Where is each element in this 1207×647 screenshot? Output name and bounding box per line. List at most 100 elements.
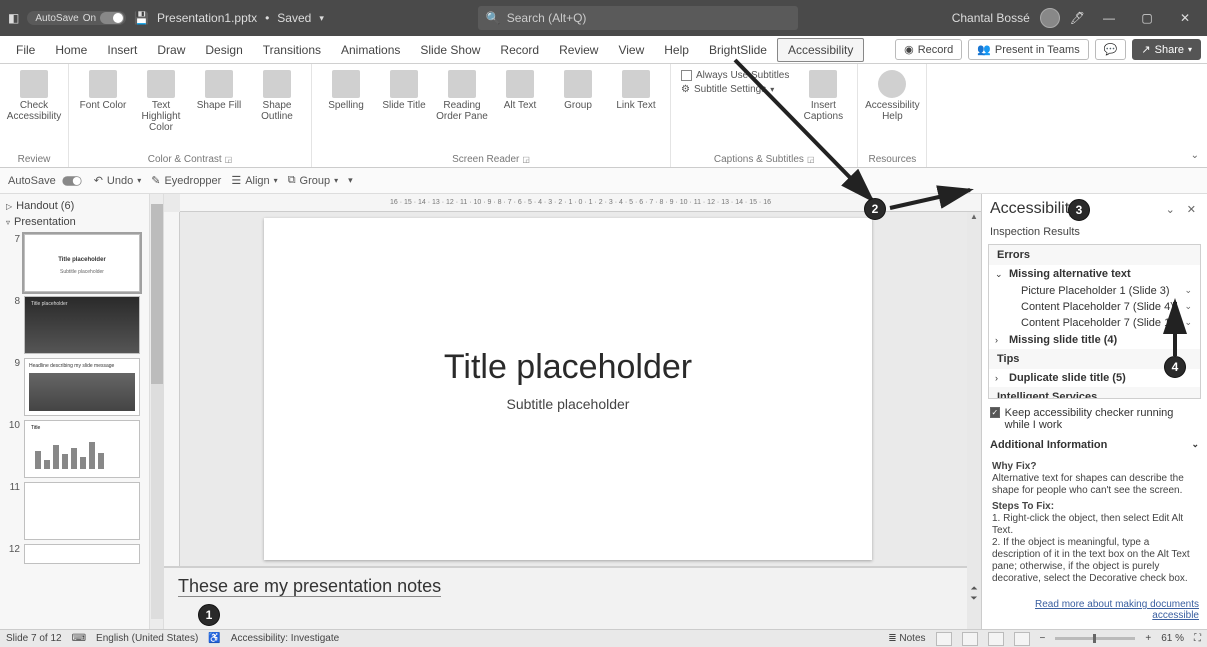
view-slideshow-button[interactable] (1014, 632, 1030, 646)
tab-review[interactable]: Review (549, 39, 608, 61)
pane-close-button[interactable]: ✕ (1184, 203, 1199, 216)
search-input[interactable]: 🔍 Search (Alt+Q) (478, 6, 798, 30)
status-accessibility[interactable]: Accessibility: Investigate (231, 633, 339, 644)
close-button[interactable]: ✕ (1171, 4, 1199, 32)
thumb-10[interactable]: Title (24, 420, 140, 478)
qat-group[interactable]: ⧉Group▾ (288, 174, 338, 187)
font-color-button[interactable]: Font Color (75, 68, 131, 113)
tab-file[interactable]: File (6, 39, 45, 61)
slide-title-button[interactable]: Slide Title (376, 68, 432, 113)
notes-toggle[interactable]: ≣ Notes (888, 633, 925, 644)
view-reading-button[interactable] (988, 632, 1004, 646)
share-button[interactable]: ↗Share▾ (1132, 39, 1201, 60)
subtitle-settings-button[interactable]: ⚙Subtitle Settings▾ (681, 84, 789, 95)
accessibility-help-button[interactable]: Accessibility Help (864, 68, 920, 124)
check-accessibility-button[interactable]: Check Accessibility (6, 68, 62, 124)
always-subtitles-checkbox[interactable]: Always Use Subtitles (681, 70, 789, 81)
thumb-7[interactable]: Title placeholderSubtitle placeholder (24, 234, 140, 292)
insert-captions-button[interactable]: Insert Captions (795, 68, 851, 124)
ribbon-collapse-button[interactable]: ⌄ (1191, 150, 1199, 161)
result-item[interactable]: Content Placeholder 7 (Slide 4)⌄ (989, 299, 1200, 315)
tab-record[interactable]: Record (490, 39, 549, 61)
qat-eyedropper[interactable]: ✎Eyedropper (151, 174, 221, 187)
status-slide[interactable]: Slide 7 of 12 (6, 633, 62, 644)
canvas-scrollbar[interactable]: ▲ ⏶⏷ (967, 212, 981, 629)
tab-view[interactable]: View (608, 39, 654, 61)
filename[interactable]: Presentation1.pptx (157, 11, 257, 25)
outline-presentation[interactable]: ▿Presentation (6, 214, 147, 230)
status-lang-icon[interactable]: ⌨ (72, 633, 86, 644)
present-teams-button[interactable]: 👥Present in Teams (968, 39, 1089, 60)
mic-icon[interactable]: 🖊 (1070, 11, 1085, 25)
tab-accessibility[interactable]: Accessibility (777, 38, 864, 62)
dialog-launcher-icon[interactable]: ◲ (225, 155, 233, 164)
qat-undo[interactable]: ↶Undo▾ (94, 174, 142, 187)
thumb-8[interactable]: Title placeholder (24, 296, 140, 354)
zoom-in-button[interactable]: + (1145, 633, 1151, 644)
scroll-up-icon[interactable]: ▲ (967, 212, 981, 224)
scrollbar-thumb[interactable] (151, 204, 163, 384)
thumb-12[interactable] (24, 544, 140, 564)
shape-outline-button[interactable]: Shape Outline (249, 68, 305, 124)
missing-alt-group[interactable]: ⌄Missing alternative text (989, 265, 1200, 283)
slide-title[interactable]: Title placeholder (264, 348, 872, 387)
slide[interactable]: Title placeholder Subtitle placeholder (264, 218, 872, 560)
chevron-down-icon[interactable]: ⌄ (1184, 317, 1192, 329)
shape-fill-button[interactable]: Shape Fill (191, 68, 247, 113)
save-icon[interactable]: 💾 (134, 11, 149, 25)
pane-dropdown-button[interactable]: ⌄ (1163, 203, 1178, 216)
result-item[interactable]: Content Placeholder 7 (Slide 10)⌄ (989, 315, 1200, 331)
zoom-out-button[interactable]: − (1040, 633, 1046, 644)
fit-button[interactable]: ⛶ (1194, 633, 1201, 644)
avatar[interactable] (1040, 8, 1060, 28)
spelling-button[interactable]: Spelling (318, 68, 374, 113)
view-sorter-button[interactable] (962, 632, 978, 646)
user-name[interactable]: Chantal Bossé (952, 11, 1030, 25)
tab-slideshow[interactable]: Slide Show (410, 39, 490, 61)
tab-home[interactable]: Home (45, 39, 97, 61)
tab-transitions[interactable]: Transitions (253, 39, 331, 61)
group-button[interactable]: Group (550, 68, 606, 113)
chevron-down-icon[interactable]: ⌄ (1184, 285, 1192, 297)
tab-insert[interactable]: Insert (97, 39, 147, 61)
keep-running-checkbox[interactable]: ✓ Keep accessibility checker running whi… (982, 403, 1207, 435)
tab-draw[interactable]: Draw (147, 39, 195, 61)
link-text-button[interactable]: Link Text (608, 68, 664, 113)
autosave-toggle[interactable]: AutoSave On (27, 11, 126, 25)
dialog-launcher-icon[interactable]: ◲ (807, 155, 815, 164)
next-slide-icon[interactable]: ⏷ (967, 593, 981, 603)
comments-button[interactable]: 💬 (1095, 39, 1127, 60)
alt-text-button[interactable]: Alt Text (492, 68, 548, 113)
view-normal-button[interactable] (936, 632, 952, 646)
missing-title-group[interactable]: ›Missing slide title (4) (989, 331, 1200, 349)
qat-autosave[interactable]: AutoSave (8, 175, 84, 187)
zoom-slider[interactable] (1055, 637, 1135, 640)
thumb-11[interactable] (24, 482, 140, 540)
tab-brightslide[interactable]: BrightSlide (699, 39, 777, 61)
maximize-button[interactable]: ▢ (1133, 4, 1161, 32)
readmore-link[interactable]: Read more about making documents accessi… (982, 591, 1207, 629)
highlight-button[interactable]: Text Highlight Color (133, 68, 189, 135)
qat-align[interactable]: ☰Align▾ (231, 174, 277, 187)
outline-handout[interactable]: ▷Handout (6) (6, 198, 147, 214)
tab-design[interactable]: Design (195, 39, 252, 61)
prev-slide-icon[interactable]: ⏶ (967, 583, 981, 593)
status-acc-icon[interactable]: ♿ (208, 633, 220, 644)
additional-info-header[interactable]: Additional Information⌄ (982, 435, 1207, 455)
dialog-launcher-icon[interactable]: ◲ (522, 155, 530, 164)
slide-subtitle[interactable]: Subtitle placeholder (264, 396, 872, 412)
tab-animations[interactable]: Animations (331, 39, 410, 61)
tab-help[interactable]: Help (654, 39, 699, 61)
thumb-9[interactable]: Headline describing my slide message (24, 358, 140, 416)
status-lang[interactable]: English (United States) (96, 633, 198, 644)
result-item[interactable]: Picture Placeholder 1 (Slide 3)⌄ (989, 283, 1200, 299)
outline-scrollbar[interactable] (150, 194, 164, 629)
chevron-down-icon[interactable]: ⌄ (1184, 301, 1192, 313)
qat-more[interactable]: ▾ (348, 175, 353, 186)
record-button[interactable]: ◉Record (895, 39, 962, 60)
zoom-value[interactable]: 61 % (1161, 633, 1184, 644)
notes-text[interactable]: These are my presentation notes (178, 576, 441, 597)
reading-order-button[interactable]: Reading Order Pane (434, 68, 490, 124)
notes-pane[interactable]: These are my presentation notes (164, 566, 981, 629)
minimize-button[interactable]: — (1095, 4, 1123, 32)
